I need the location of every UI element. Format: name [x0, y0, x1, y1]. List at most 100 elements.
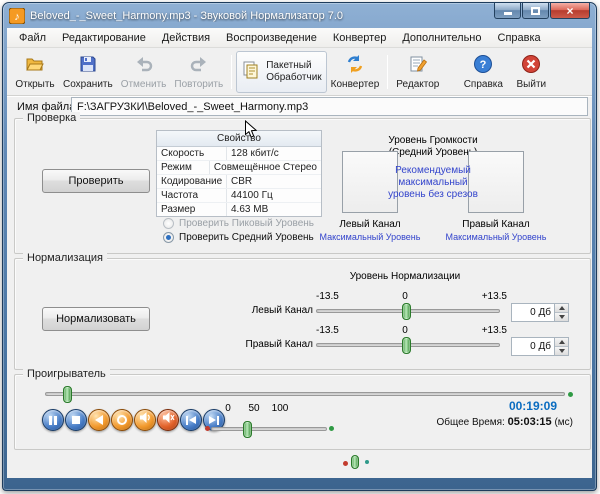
- property-name: Кодирование: [157, 175, 227, 188]
- volume-tick-50: 50: [246, 403, 262, 414]
- right-db-value: 0 Дб: [512, 338, 554, 355]
- maximize-button[interactable]: [522, 3, 549, 19]
- maximize-icon: [531, 7, 540, 15]
- property-value: Совмещённое Стерео: [210, 161, 321, 174]
- stop-icon: [72, 416, 80, 424]
- check-group-title: Проверка: [23, 112, 80, 124]
- save-floppy-icon: [78, 54, 98, 77]
- redo-button[interactable]: Повторить: [170, 51, 227, 93]
- open-label: Открыть: [15, 79, 54, 90]
- save-label: Сохранить: [63, 79, 113, 90]
- property-name: Частота: [157, 189, 227, 202]
- volume-tick-100: 100: [270, 403, 290, 414]
- scale-mid-label: 0: [395, 325, 415, 336]
- svg-text:♪: ♪: [14, 11, 20, 23]
- menu-help[interactable]: Справка: [490, 29, 549, 47]
- batch-label-line2: Обработчик: [266, 72, 321, 84]
- close-icon: ×: [566, 5, 573, 17]
- total-time-line: Общее Время: 05:03:15 (мс): [395, 416, 573, 428]
- help-question-icon: ?: [473, 54, 493, 77]
- radio-average-label: Проверить Средний Уровень: [179, 232, 314, 243]
- properties-table-header: Свойство: [157, 131, 321, 147]
- record-button[interactable]: [111, 409, 133, 431]
- open-button[interactable]: Открыть: [11, 51, 59, 93]
- exit-button[interactable]: Выйти: [507, 51, 555, 93]
- undo-arrow-icon: [134, 54, 154, 77]
- volume-min-dot: [205, 426, 210, 431]
- speaker-icon: [139, 411, 152, 429]
- batch-label-line1: Пакетный: [266, 60, 321, 72]
- editor-button[interactable]: Редактор: [392, 51, 443, 93]
- toolbar-separator: [231, 55, 232, 89]
- converter-arrows-icon: [345, 54, 365, 77]
- check-group: Проверка Проверить Свойство Скорость 128…: [14, 118, 591, 254]
- menu-file[interactable]: Файл: [11, 29, 54, 47]
- menu-extra[interactable]: Дополнительно: [394, 29, 489, 47]
- exit-label: Выйти: [517, 79, 547, 90]
- left-db-spinner[interactable]: 0 Дб: [511, 303, 569, 322]
- pause-icon: [49, 416, 57, 425]
- filename-field[interactable]: F:\ЗАГРУЗКИ\Beloved_-_Sweet_Harmony.mp3: [71, 97, 588, 116]
- menu-bar: Файл Редактирование Действия Воспроизвед…: [7, 28, 592, 48]
- normalize-group: Нормализация Нормализовать Уровень Норма…: [14, 258, 591, 370]
- record-icon: [117, 415, 127, 425]
- radio-icon: [163, 218, 174, 229]
- previous-button[interactable]: [180, 409, 202, 431]
- editor-pencil-icon: [408, 54, 428, 77]
- editor-label: Редактор: [396, 79, 439, 90]
- left-max-level-label: Максимальный Уровень: [315, 232, 425, 242]
- volume-slider-thumb[interactable]: [243, 421, 252, 438]
- volume-slider-track[interactable]: [211, 427, 327, 431]
- spinner-up-icon[interactable]: [555, 304, 568, 313]
- radio-peak-label: Проверить Пиковый Уровень: [179, 218, 314, 229]
- titlebar[interactable]: ♪ Beloved_-_Sweet_Harmony.mp3 - Звуковой…: [3, 3, 596, 28]
- property-name: Режим: [157, 161, 210, 174]
- left-channel-label: Левый Канал: [332, 219, 408, 230]
- position-end-dot: [568, 392, 573, 397]
- stop-button[interactable]: [65, 409, 87, 431]
- rewind-button[interactable]: [88, 409, 110, 431]
- normalize-right-channel-label: Правый Канал: [195, 339, 313, 350]
- menu-playback[interactable]: Воспроизведение: [218, 29, 325, 47]
- batch-processor-button[interactable]: Пакетный Обработчик: [236, 51, 326, 93]
- property-value: 4.63 MB: [227, 203, 321, 216]
- batch-documents-icon: [241, 60, 261, 83]
- position-slider-track[interactable]: [45, 392, 565, 396]
- property-value: 44100 Гц: [227, 189, 321, 202]
- radio-check-peak-level[interactable]: Проверить Пиковый Уровень: [163, 218, 314, 229]
- spinner-down-icon[interactable]: [555, 313, 568, 321]
- menu-converter[interactable]: Конвертер: [325, 29, 394, 47]
- scale-mid-label: 0: [395, 291, 415, 302]
- spinner-down-icon[interactable]: [555, 347, 568, 355]
- radio-check-average-level[interactable]: Проверить Средний Уровень: [163, 232, 314, 243]
- help-label: Справка: [464, 79, 503, 90]
- position-slider-thumb[interactable]: [63, 386, 72, 403]
- help-button[interactable]: ? Справка: [459, 51, 507, 93]
- right-db-spinner[interactable]: 0 Дб: [511, 337, 569, 356]
- spinner-up-icon[interactable]: [555, 338, 568, 347]
- redo-label: Повторить: [174, 79, 223, 90]
- total-time-unit: (мс): [554, 417, 573, 428]
- close-button[interactable]: ×: [550, 3, 590, 19]
- mute-button[interactable]: [157, 409, 179, 431]
- minimize-button[interactable]: [494, 3, 521, 19]
- undo-button[interactable]: Отменить: [117, 51, 171, 93]
- pause-button[interactable]: [42, 409, 64, 431]
- normalization-level-header: Уровень Нормализации: [285, 271, 525, 282]
- menu-actions[interactable]: Действия: [154, 29, 218, 47]
- normalize-button[interactable]: Нормализовать: [42, 307, 150, 331]
- property-value: CBR: [227, 175, 321, 188]
- volume-button[interactable]: [134, 409, 156, 431]
- menu-edit[interactable]: Редактирование: [54, 29, 154, 47]
- save-button[interactable]: Сохранить: [59, 51, 117, 93]
- left-normalize-slider-thumb[interactable]: [402, 303, 411, 320]
- window-title: Beloved_-_Sweet_Harmony.mp3 - Звуковой Н…: [30, 10, 489, 22]
- converter-label: Конвертер: [331, 79, 380, 90]
- mini-slider-thumb[interactable]: [351, 455, 359, 469]
- table-row: Скорость 128 кбит/с: [157, 147, 321, 161]
- converter-button[interactable]: Конвертер: [327, 51, 384, 93]
- right-normalize-slider-thumb[interactable]: [402, 337, 411, 354]
- redo-arrow-icon: [189, 54, 209, 77]
- app-window: ♪ Beloved_-_Sweet_Harmony.mp3 - Звуковой…: [2, 2, 597, 491]
- check-button[interactable]: Проверить: [42, 169, 150, 193]
